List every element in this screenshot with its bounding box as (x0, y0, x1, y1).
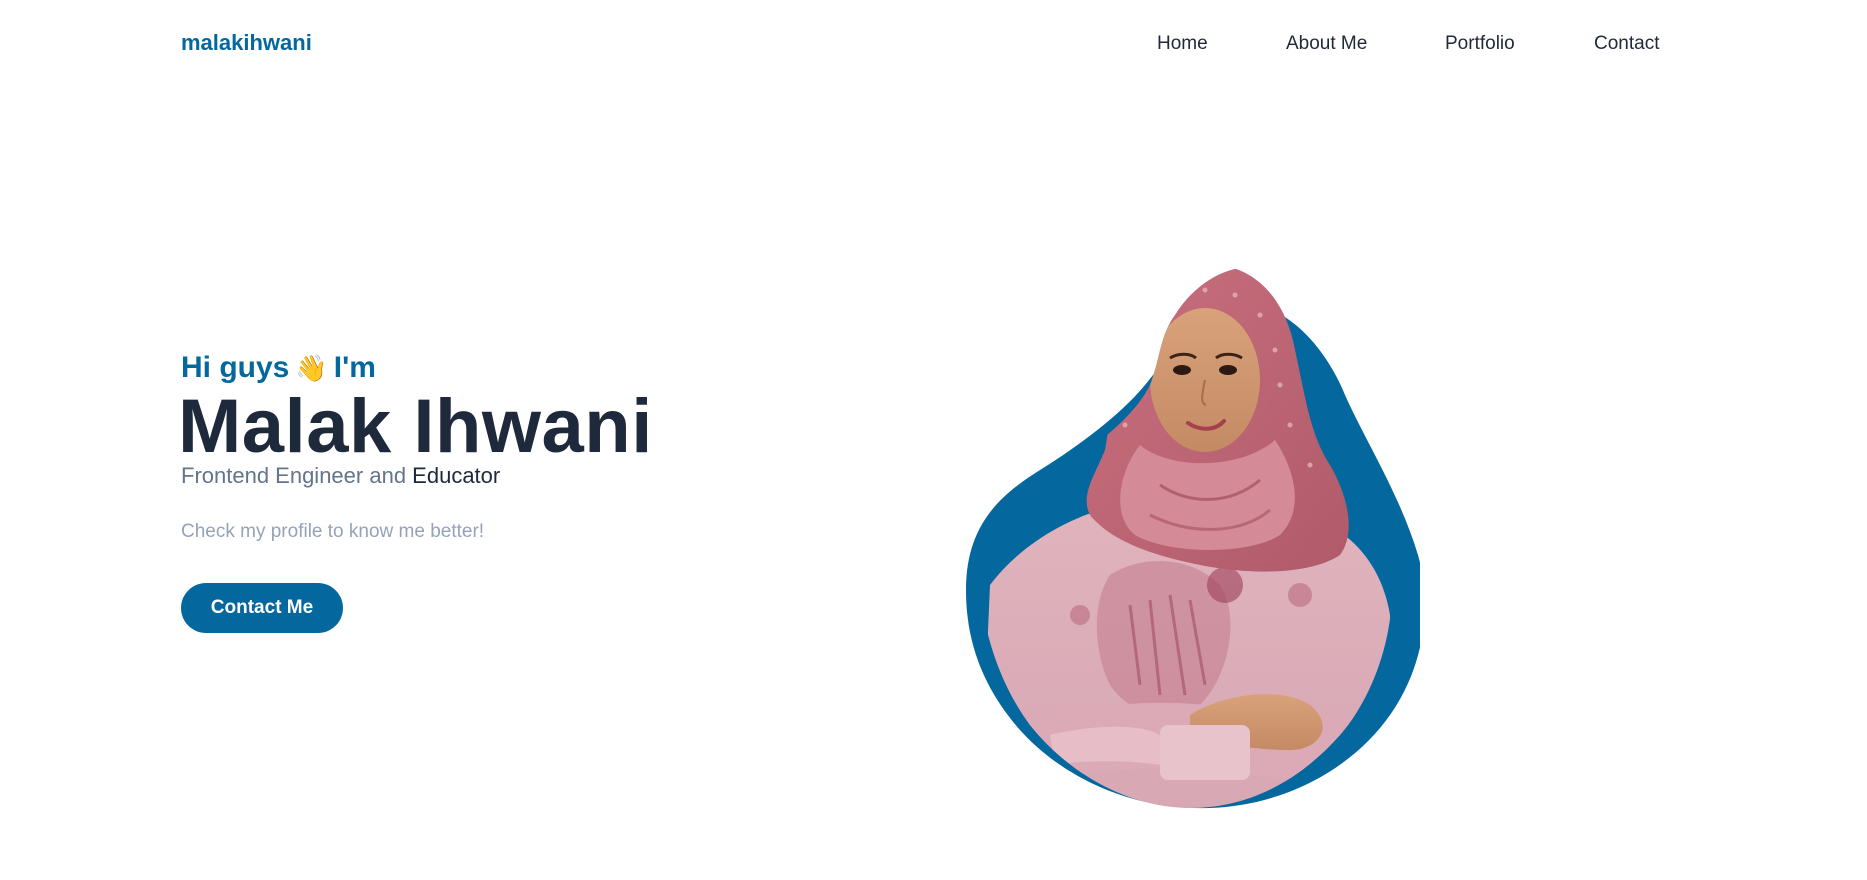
nav-about-me[interactable]: About Me (1286, 31, 1367, 57)
hero-greeting: Hi guys 👋 I'm (181, 350, 376, 386)
nav-contact[interactable]: Contact (1594, 31, 1659, 57)
role-highlight: Educator (412, 463, 501, 488)
main-nav: Home About Me Portfolio Contact (0, 31, 1867, 57)
nav-home[interactable]: Home (1157, 31, 1208, 57)
contact-me-button[interactable]: Contact Me (181, 583, 343, 633)
greeting-prefix: Hi guys (181, 351, 290, 384)
nav-portfolio[interactable]: Portfolio (1445, 31, 1515, 57)
role-prefix: Frontend Engineer and (181, 463, 413, 488)
hero-role: Frontend Engineer and Educator (181, 462, 500, 490)
profile-photo (960, 255, 1420, 810)
hero-name: Malak Ihwani (178, 384, 653, 469)
page: malakihwani Home About Me Portfolio Cont… (0, 0, 1867, 880)
waving-hand-icon: 👋 (295, 353, 328, 383)
hero-tagline: Check my profile to know me better! (181, 521, 485, 542)
greeting-suffix: I'm (333, 351, 376, 384)
